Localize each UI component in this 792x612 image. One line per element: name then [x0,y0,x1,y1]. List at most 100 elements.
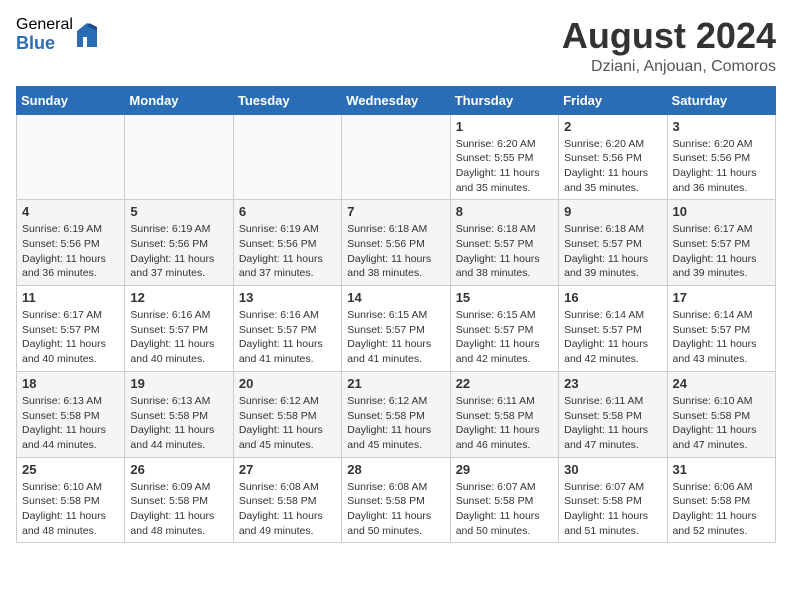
calendar-cell: 1Sunrise: 6:20 AMSunset: 5:55 PMDaylight… [450,114,558,200]
daylight-text: Daylight: 11 hours and 41 minutes. [347,338,431,365]
daylight-text: Daylight: 11 hours and 46 minutes. [456,424,540,451]
calendar-cell: 7 Sunrise: 6:18 AM Sunset: 5:56 PM Daylight… [342,200,450,286]
calendar-cell [233,114,341,200]
sunset-text: Sunset: 5:58 PM [239,495,317,507]
day-info: Sunrise: 6:20 AMSunset: 5:56 PMDaylight:… [564,137,661,196]
col-tuesday: Tuesday [233,86,341,114]
day-number: 30 [564,462,661,477]
daylight-text: Daylight: 11 hours and 44 minutes. [22,424,106,451]
day-number: 21 [347,376,444,391]
calendar-week-4: 18Sunrise: 6:13 AMSunset: 5:58 PMDayligh… [17,371,776,457]
calendar-cell: 11Sunrise: 6:17 AMSunset: 5:57 PMDayligh… [17,286,125,372]
day-number: 31 [673,462,770,477]
day-number: 25 [22,462,119,477]
calendar-cell: 19Sunrise: 6:13 AMSunset: 5:58 PMDayligh… [125,371,233,457]
sunrise-text: Sunrise: 6:18 AM [347,223,427,235]
logo-general: General [16,16,73,34]
sunset-text: Sunset: 5:56 PM [347,238,425,250]
sunset-text: Sunset: 5:56 PM [673,152,751,164]
sunset-text: Sunset: 5:55 PM [456,152,534,164]
col-wednesday: Wednesday [342,86,450,114]
header-row: Sunday Monday Tuesday Wednesday Thursday… [17,86,776,114]
calendar-cell: 21Sunrise: 6:12 AMSunset: 5:58 PMDayligh… [342,371,450,457]
daylight-text: Daylight: 11 hours and 38 minutes. [347,253,431,280]
sunset-text: Sunset: 5:57 PM [564,238,642,250]
calendar-cell: 20Sunrise: 6:12 AMSunset: 5:58 PMDayligh… [233,371,341,457]
day-number: 29 [456,462,553,477]
calendar-cell: 16Sunrise: 6:14 AMSunset: 5:57 PMDayligh… [559,286,667,372]
sunset-text: Sunset: 5:58 PM [673,495,751,507]
sunset-text: Sunset: 5:57 PM [347,324,425,336]
day-info: Sunrise: 6:19 AMSunset: 5:56 PMDaylight:… [239,222,336,281]
daylight-text: Daylight: 11 hours and 45 minutes. [347,424,431,451]
page-header: General Blue August 2024 Dziani, Anjouan… [16,16,776,76]
sunset-text: Sunset: 5:58 PM [347,495,425,507]
sunrise-text: Sunrise: 6:10 AM [22,481,102,493]
title-block: August 2024 Dziani, Anjouan, Comoros [562,16,776,76]
sunset-text: Sunset: 5:57 PM [456,324,534,336]
sunrise-text: Sunrise: 6:16 AM [130,309,210,321]
day-number: 28 [347,462,444,477]
calendar-cell: 13Sunrise: 6:16 AMSunset: 5:57 PMDayligh… [233,286,341,372]
daylight-text: Daylight: 11 hours and 50 minutes. [347,510,431,537]
calendar-cell: 10Sunrise: 6:17 AMSunset: 5:57 PMDayligh… [667,200,775,286]
calendar-cell: 12 Sunrise: 6:16 AMSunset: 5:57 PMDayligh… [125,286,233,372]
sunset-text: Sunset: 5:56 PM [564,152,642,164]
calendar-cell: 9Sunrise: 6:18 AMSunset: 5:57 PMDaylight… [559,200,667,286]
daylight-text: Daylight: 11 hours and 38 minutes. [456,253,540,280]
day-number: 17 [673,290,770,305]
daylight-text: Daylight: 11 hours and 43 minutes. [673,338,757,365]
sunrise-text: Sunrise: 6:09 AM [130,481,210,493]
daylight-text: Daylight: 11 hours and 48 minutes. [130,510,214,537]
calendar-cell: 24Sunrise: 6:10 AMSunset: 5:58 PMDayligh… [667,371,775,457]
calendar-cell: 2 Sunrise: 6:20 AMSunset: 5:56 PMDaylight… [559,114,667,200]
calendar-cell [342,114,450,200]
sunset-text: Sunset: 5:58 PM [239,410,317,422]
logo-icon [75,21,99,49]
sunrise-text: Sunrise: 6:11 AM [456,395,535,407]
day-number: 2 [564,119,661,134]
daylight-text: Daylight: 11 hours and 40 minutes. [22,338,106,365]
sunset-text: Sunset: 5:57 PM [673,324,751,336]
sunrise-text: Sunrise: 6:07 AM [456,481,536,493]
daylight-text: Daylight: 11 hours and 52 minutes. [673,510,757,537]
calendar-table: Sunday Monday Tuesday Wednesday Thursday… [16,86,776,544]
day-info: Sunrise: 6:16 AMSunset: 5:57 PMDaylight:… [130,308,227,367]
calendar-cell: 4Sunrise: 6:19 AMSunset: 5:56 PMDaylight… [17,200,125,286]
daylight-text: Daylight: 11 hours and 50 minutes. [456,510,540,537]
day-info: Sunrise: 6:19 AMSunset: 5:56 PMDaylight:… [130,222,227,281]
calendar-week-1: 1Sunrise: 6:20 AMSunset: 5:55 PMDaylight… [17,114,776,200]
sunset-text: Sunset: 5:58 PM [456,410,534,422]
daylight-text: Daylight: 11 hours and 41 minutes. [239,338,323,365]
daylight-text: Daylight: 11 hours and 47 minutes. [564,424,648,451]
sunset-text: Sunset: 5:56 PM [22,238,100,250]
col-thursday: Thursday [450,86,558,114]
daylight-text: Daylight: 11 hours and 36 minutes. [673,167,757,194]
sunset-text: Sunset: 5:58 PM [130,495,208,507]
logo-blue: Blue [16,34,73,54]
sunrise-text: Sunrise: 6:19 AM [22,223,102,235]
sunrise-text: Sunrise: 6:17 AM [22,309,102,321]
sunrise-text: Sunrise: 6:12 AM [239,395,319,407]
day-number: 7 [347,204,444,219]
day-info: Sunrise: 6:08 AMSunset: 5:58 PMDaylight:… [347,480,444,539]
calendar-week-2: 4Sunrise: 6:19 AMSunset: 5:56 PMDaylight… [17,200,776,286]
day-info: Sunrise: 6:06 AMSunset: 5:58 PMDaylight:… [673,480,770,539]
calendar-cell: 15Sunrise: 6:15 AMSunset: 5:57 PMDayligh… [450,286,558,372]
day-info: Sunrise: 6:14 AMSunset: 5:57 PMDaylight:… [564,308,661,367]
sunrise-text: Sunrise: 6:13 AM [130,395,210,407]
day-info: Sunrise: 6:09 AM Sunset: 5:58 PM Daylight:… [130,480,227,539]
day-info: Sunrise: 6:17 AMSunset: 5:57 PMDaylight:… [673,222,770,281]
sunrise-text: Sunrise: 6:10 AM [673,395,753,407]
sunrise-text: Sunrise: 6:17 AM [673,223,753,235]
day-number: 27 [239,462,336,477]
day-number: 13 [239,290,336,305]
day-info: Sunrise: 6:17 AMSunset: 5:57 PMDaylight:… [22,308,119,367]
daylight-text: Daylight: 11 hours and 39 minutes. [564,253,648,280]
calendar-cell: 18Sunrise: 6:13 AMSunset: 5:58 PMDayligh… [17,371,125,457]
day-number: 4 [22,204,119,219]
day-number: 12 [130,290,227,305]
col-sunday: Sunday [17,86,125,114]
calendar-cell: 28 Sunrise: 6:08 AMSunset: 5:58 PMDayligh… [342,457,450,543]
sunset-text: Sunset: 5:58 PM [564,495,642,507]
